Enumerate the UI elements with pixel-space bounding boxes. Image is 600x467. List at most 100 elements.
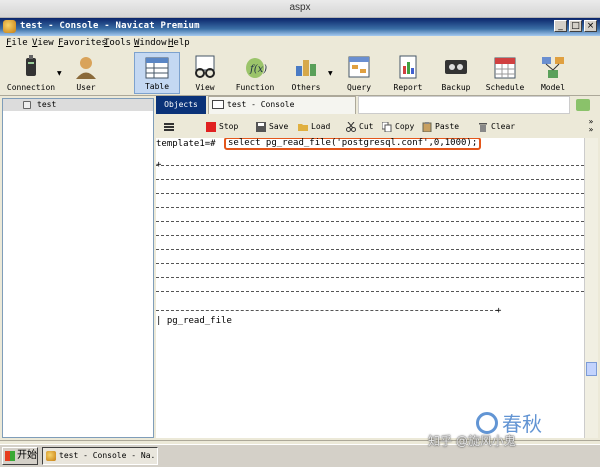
console-scrollbar[interactable] <box>584 138 598 438</box>
tab-bar: Objects test - Console <box>156 96 600 114</box>
navicat-app-icon <box>46 451 56 461</box>
result-border-line <box>156 221 584 222</box>
result-border-line <box>156 310 498 311</box>
result-border-line <box>156 235 584 236</box>
navicat-window: test - Console - Navicat Premium _ □ × F… <box>0 18 600 458</box>
clear-button[interactable]: Clear <box>478 119 520 135</box>
others-dropdown-icon[interactable]: ▼ <box>328 70 333 77</box>
toolbar-table-button[interactable]: Table <box>134 52 180 94</box>
menu-window[interactable]: Window <box>134 38 167 48</box>
start-label: 开始 <box>17 450 37 461</box>
tab-objects[interactable]: Objects <box>156 96 206 114</box>
database-icon <box>23 101 31 109</box>
stop-label: Stop <box>219 122 239 131</box>
menu-file[interactable]: File <box>6 38 28 48</box>
menu-bar: File View Favorites Tools Window Help <box>0 36 600 50</box>
table-border-plus: + <box>496 306 502 316</box>
user-icon <box>76 57 96 79</box>
cut-label: Cut <box>359 122 374 131</box>
cut-button[interactable]: Cut <box>346 119 380 135</box>
result-border-line <box>156 249 584 250</box>
tree-item-test[interactable]: test <box>3 99 153 111</box>
tab-console[interactable]: test - Console <box>208 96 356 114</box>
toolbar-connection-button[interactable]: Connection <box>4 52 58 94</box>
floppy-disk-icon <box>256 122 266 132</box>
save-button[interactable]: Save <box>256 119 294 135</box>
toolbar-report-button[interactable]: Report <box>386 52 430 94</box>
toolbar-label: User <box>76 83 96 92</box>
copy-button[interactable]: Copy <box>382 119 420 135</box>
scissors-icon <box>346 122 356 132</box>
toolbar-label: Report <box>393 83 423 92</box>
result-border-line <box>156 277 584 278</box>
window-title: test - Console - Navicat Premium <box>20 21 200 31</box>
tab-console-label: test - Console <box>227 100 295 109</box>
toolbar-label: Others <box>291 83 321 92</box>
save-label: Save <box>269 122 289 131</box>
trash-icon <box>479 123 487 132</box>
console-output[interactable]: template1=# select pg_read_file('postgre… <box>156 138 584 438</box>
toolbar-label: Table <box>144 82 170 91</box>
tree-item-label: test <box>37 100 57 109</box>
toolbar-function-button[interactable]: f(x) Function <box>230 52 280 94</box>
connection-icon <box>26 55 36 76</box>
watermark-credit: 知乎 @旋风小鬼 <box>428 434 516 448</box>
refresh-icon[interactable] <box>576 99 590 111</box>
connection-tree: test <box>2 98 154 438</box>
load-button[interactable]: Load <box>298 119 338 135</box>
toolbar-schedule-button[interactable]: Schedule <box>482 52 528 94</box>
start-button[interactable]: 开始 <box>2 447 38 465</box>
main-toolbar: Connection ▼ User Table View f(x) Functi… <box>0 50 600 96</box>
result-border-line <box>156 291 584 292</box>
mac-titlebar: aspx <box>0 0 600 18</box>
svg-text:f(x): f(x) <box>249 64 267 75</box>
toolbar-model-button[interactable]: Model <box>532 52 574 94</box>
menu-favorites[interactable]: Favorites <box>58 38 107 48</box>
maximize-button[interactable]: □ <box>569 20 582 32</box>
toolbar-view-button[interactable]: View <box>184 52 226 94</box>
result-border-line <box>156 207 584 208</box>
menu-help[interactable]: Help <box>168 38 190 48</box>
collapse-toggle[interactable]: » » <box>584 118 598 136</box>
load-label: Load <box>311 122 331 131</box>
hamburger-icon <box>164 123 174 131</box>
others-icon <box>296 60 316 76</box>
table-icon <box>145 57 169 79</box>
collapse-down-icon: » <box>588 125 594 134</box>
toolbar-label: View <box>195 83 215 92</box>
stop-icon <box>206 122 216 132</box>
minimize-button[interactable]: _ <box>554 20 567 32</box>
menu-tools[interactable]: Tools <box>104 38 131 48</box>
backup-icon <box>445 60 467 74</box>
report-icon <box>399 55 417 79</box>
result-border-line <box>156 179 584 180</box>
stop-button[interactable]: Stop <box>206 119 246 135</box>
connection-dropdown-icon[interactable]: ▼ <box>57 70 62 77</box>
close-button[interactable]: × <box>584 20 597 32</box>
clipboard-icon <box>422 122 432 132</box>
toolbar-others-button[interactable]: Others <box>284 52 328 94</box>
paste-button[interactable]: Paste <box>422 119 466 135</box>
toolbar-user-button[interactable]: User <box>66 52 106 94</box>
taskbar-window-label: test - Console - Na... <box>59 451 158 460</box>
watermark-logo-icon <box>476 412 498 434</box>
folder-open-icon <box>298 124 308 131</box>
scrollbar-thumb[interactable] <box>586 362 597 376</box>
console-menu-button[interactable] <box>164 119 180 135</box>
view-icon <box>195 55 215 78</box>
object-filter-input[interactable] <box>358 96 570 114</box>
toolbar-label: Connection <box>6 83 56 92</box>
result-column-header: | pg_read_file <box>156 316 232 326</box>
window-titlebar[interactable]: test - Console - Navicat Premium _ □ × <box>0 18 600 36</box>
navicat-app-icon <box>3 20 16 33</box>
toolbar-label: Query <box>346 83 372 92</box>
function-icon: f(x) <box>246 58 267 78</box>
toolbar-backup-button[interactable]: Backup <box>434 52 478 94</box>
taskbar-window-button[interactable]: test - Console - Na... <box>42 447 158 465</box>
clear-label: Clear <box>491 122 516 131</box>
console-prompt: template1=# <box>156 139 216 149</box>
console-toolbar: Stop Save Load Cut Copy Paste Clear <box>156 118 600 136</box>
toolbar-query-button[interactable]: Query <box>338 52 380 94</box>
menu-view[interactable]: View <box>32 38 54 48</box>
schedule-icon <box>494 57 516 79</box>
